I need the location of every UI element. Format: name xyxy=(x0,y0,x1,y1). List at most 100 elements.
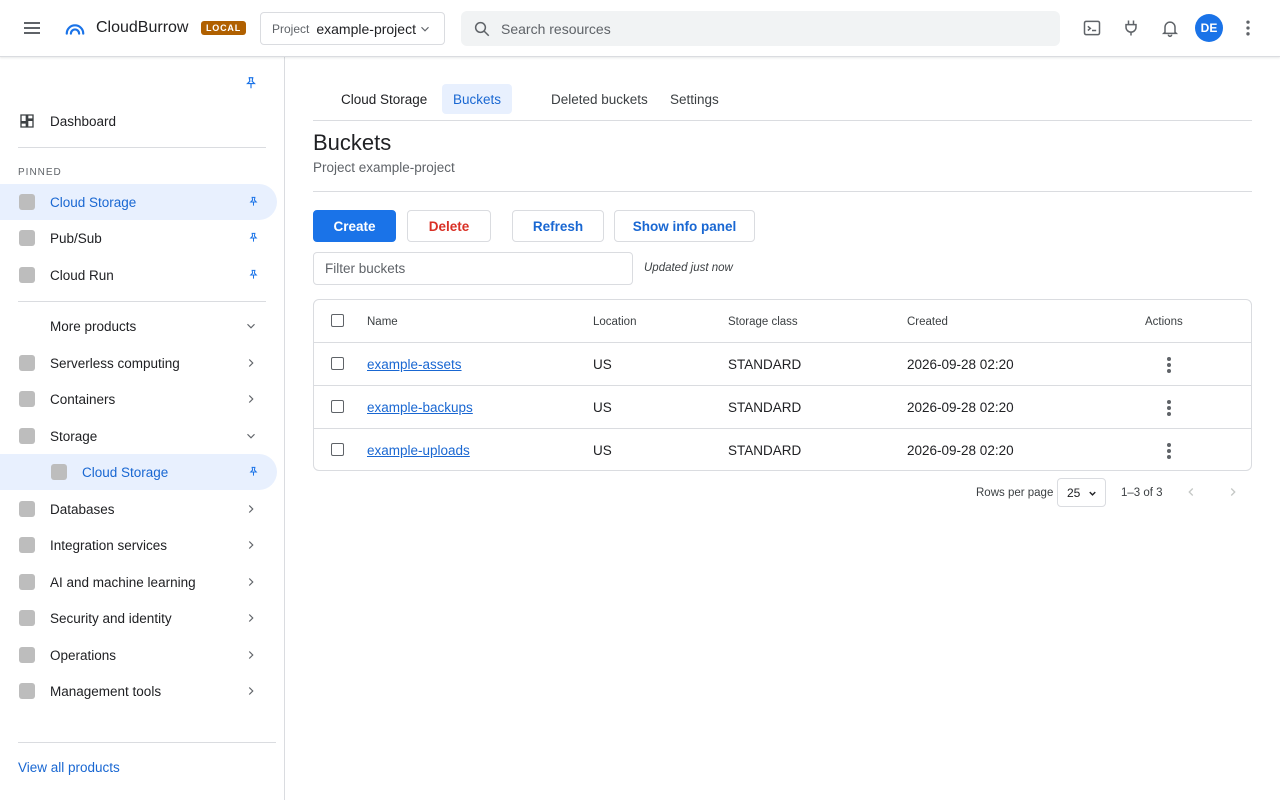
pin-icon[interactable] xyxy=(248,231,259,244)
filter-buckets-input[interactable] xyxy=(313,252,633,285)
sidebar-item-management-tools[interactable]: Management tools xyxy=(0,673,277,709)
product-icon xyxy=(19,391,35,407)
select-all-checkbox[interactable] xyxy=(331,314,344,327)
tab-deleted-buckets[interactable]: Deleted buckets xyxy=(540,84,659,114)
sidebar-item-databases[interactable]: Databases xyxy=(0,491,277,527)
product-icon xyxy=(19,647,35,663)
sidebar-item-more-products[interactable]: More products xyxy=(0,308,277,344)
pin-icon[interactable] xyxy=(244,75,258,91)
plug-icon[interactable] xyxy=(1121,18,1141,38)
column-header-actions: Actions xyxy=(1145,315,1183,328)
create-button[interactable]: Create xyxy=(313,210,396,242)
more-vert-icon[interactable] xyxy=(1238,18,1258,38)
table-header: Name Location Storage class Created Acti… xyxy=(314,300,1251,343)
bucket-name-link[interactable]: example-assets xyxy=(367,343,462,386)
search-icon xyxy=(474,21,490,36)
project-picker[interactable]: Project example-project xyxy=(260,12,445,45)
sidebar: Dashboard PINNED Cloud Storage Pub/Sub C… xyxy=(0,57,285,800)
bucket-storage-class: STANDARD xyxy=(728,443,802,458)
main-content: Cloud Storage Buckets Deleted buckets Se… xyxy=(286,57,1280,800)
sidebar-item-label: Security and identity xyxy=(50,610,172,626)
bucket-location: US xyxy=(593,357,612,372)
tab-section-title[interactable]: Cloud Storage xyxy=(330,84,438,114)
sidebar-item-ai-ml[interactable]: AI and machine learning xyxy=(0,564,277,600)
terminal-icon[interactable] xyxy=(1082,18,1102,38)
row-checkbox[interactable] xyxy=(331,443,344,456)
sidebar-item-label: Management tools xyxy=(50,683,162,699)
sidebar-item-cloud-run[interactable]: Cloud Run xyxy=(0,257,277,293)
sidebar-item-label: Integration services xyxy=(50,537,168,553)
chevron-right-icon xyxy=(248,687,254,695)
search-input[interactable] xyxy=(501,20,1001,37)
divider xyxy=(313,191,1252,192)
sidebar-item-serverless-computing[interactable]: Serverless computing xyxy=(0,345,277,381)
product-icon xyxy=(19,355,35,371)
show-info-panel-button[interactable]: Show info panel xyxy=(614,210,755,242)
column-header-storage-class[interactable]: Storage class xyxy=(728,300,798,343)
bell-icon[interactable] xyxy=(1160,18,1180,38)
chevron-down-icon xyxy=(247,323,255,329)
product-icon xyxy=(19,683,35,699)
product-icon xyxy=(19,574,35,590)
chevron-left-icon[interactable] xyxy=(1184,485,1198,499)
sidebar-item-label: Cloud Storage xyxy=(50,194,137,210)
pin-icon[interactable] xyxy=(248,195,259,208)
avatar[interactable]: DE xyxy=(1195,14,1223,42)
refresh-button[interactable]: Refresh xyxy=(512,210,604,242)
chevron-down-icon xyxy=(247,433,255,439)
project-picker-value: example-project xyxy=(316,20,416,37)
view-all-products-link[interactable]: View all products xyxy=(18,760,120,775)
sidebar-item-operations[interactable]: Operations xyxy=(0,637,277,673)
more-vert-icon[interactable] xyxy=(1161,442,1177,460)
sidebar-item-pinned-cloud-storage[interactable]: Cloud Storage xyxy=(0,184,277,220)
chevron-right-icon xyxy=(248,614,254,622)
tab-buckets[interactable]: Buckets xyxy=(442,84,513,114)
sidebar-item-storage-cloud-storage[interactable]: Cloud Storage xyxy=(0,454,277,490)
product-icon xyxy=(19,428,35,444)
chevron-right-icon xyxy=(248,578,254,586)
sidebar-item-security-identity[interactable]: Security and identity xyxy=(0,600,277,636)
search-bar[interactable] xyxy=(461,11,1060,46)
sidebar-item-dashboard[interactable]: Dashboard xyxy=(0,103,277,139)
sidebar-item-label: Dashboard xyxy=(50,113,117,129)
app-title[interactable]: CloudBurrow xyxy=(96,19,188,37)
product-icon xyxy=(51,464,67,480)
row-checkbox[interactable] xyxy=(331,400,344,413)
column-header-created[interactable]: Created xyxy=(907,300,948,343)
sidebar-item-label: Containers xyxy=(50,391,116,407)
page-subtitle: Project example-project xyxy=(313,160,455,175)
column-header-location[interactable]: Location xyxy=(593,300,636,343)
product-icon xyxy=(19,194,35,210)
sidebar-item-label: Serverless computing xyxy=(50,355,180,371)
sidebar-item-containers[interactable]: Containers xyxy=(0,381,277,417)
rows-per-page-select[interactable]: 25 xyxy=(1057,478,1106,507)
row-checkbox[interactable] xyxy=(331,357,344,370)
delete-button[interactable]: Delete xyxy=(407,210,491,242)
chevron-right-icon xyxy=(248,541,254,549)
more-vert-icon[interactable] xyxy=(1161,356,1177,374)
hamburger-icon[interactable] xyxy=(22,19,42,37)
bucket-created: 2026-09-28 02:20 xyxy=(907,400,1014,415)
product-icon xyxy=(19,610,35,626)
page-title: Buckets xyxy=(313,130,392,155)
more-vert-icon[interactable] xyxy=(1161,399,1177,417)
bucket-created: 2026-09-28 02:20 xyxy=(907,357,1014,372)
project-picker-label: Project xyxy=(272,21,310,36)
bucket-name-link[interactable]: example-backups xyxy=(367,386,473,429)
pin-icon[interactable] xyxy=(248,465,259,478)
column-header-name[interactable]: Name xyxy=(367,300,398,343)
chevron-right-icon xyxy=(248,395,254,403)
chevron-down-icon xyxy=(421,26,429,32)
bucket-storage-class: STANDARD xyxy=(728,400,802,415)
tab-bar: Cloud Storage Buckets Deleted buckets Se… xyxy=(313,84,1252,121)
pin-icon[interactable] xyxy=(248,268,259,281)
tab-settings[interactable]: Settings xyxy=(659,84,730,114)
bucket-name-link[interactable]: example-uploads xyxy=(367,429,470,470)
sidebar-item-pubsub[interactable]: Pub/Sub xyxy=(0,220,277,256)
chevron-right-icon[interactable] xyxy=(1226,485,1240,499)
sidebar-item-integration-services[interactable]: Integration services xyxy=(0,527,277,563)
top-app-bar: CloudBurrow LOCAL Project example-projec… xyxy=(0,0,1280,57)
sidebar-item-storage[interactable]: Storage xyxy=(0,418,277,454)
chevron-right-icon xyxy=(248,359,254,367)
chevron-right-icon xyxy=(248,651,254,659)
